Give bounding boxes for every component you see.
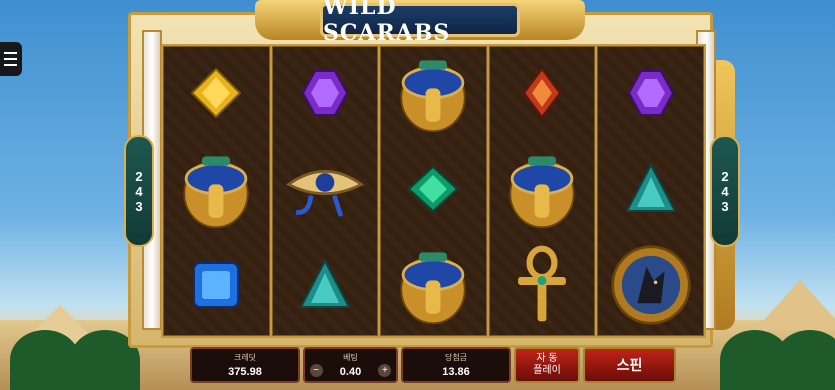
reel-cell	[598, 143, 703, 239]
reel-cell	[598, 239, 703, 335]
bet-label: 베팅	[343, 353, 358, 362]
ankh-icon	[511, 245, 573, 330]
reel-cell	[490, 143, 595, 239]
win-panel: 당첨금 13.86	[401, 347, 511, 383]
gem-blue-icon	[190, 259, 242, 316]
reel-cell	[490, 47, 595, 143]
win-value: 13.86	[442, 366, 470, 378]
reel-5	[597, 46, 704, 336]
reel-cell	[273, 47, 378, 143]
autoplay-button[interactable]: 자 동 플레이	[514, 347, 580, 383]
reel-cell	[273, 239, 378, 335]
bet-value: 0.40	[339, 366, 362, 378]
reel-cell	[490, 239, 595, 335]
menu-button[interactable]	[0, 42, 22, 76]
gem-teal-icon	[625, 162, 677, 220]
gem-yellow-icon	[190, 67, 242, 124]
gem-red-icon	[516, 66, 568, 124]
reel-cell	[164, 47, 269, 143]
reel-cell	[598, 47, 703, 143]
ways-badge-left: 2 4 3	[124, 135, 154, 247]
reel-2	[271, 46, 379, 336]
scarab-icon	[391, 51, 475, 140]
bet-increase-button[interactable]: +	[378, 364, 392, 377]
spin-label: 스핀	[616, 357, 643, 373]
reel-cell	[381, 239, 486, 335]
reel-1	[163, 46, 270, 336]
autoplay-label-line1: 자 동	[536, 353, 558, 364]
credit-panel: 크레딧 375.98	[190, 347, 300, 383]
scarab-icon	[174, 147, 258, 236]
spin-button[interactable]: 스핀	[583, 347, 676, 383]
hamburger-icon	[4, 52, 17, 54]
credit-value: 375.98	[228, 366, 262, 378]
reel-cell	[164, 143, 269, 239]
game-logo: WILD SCARABS	[255, 0, 585, 46]
gem-teal-icon	[299, 258, 351, 316]
reel-4	[488, 46, 596, 336]
gem-green-icon	[407, 163, 459, 220]
control-bar: 크레딧 375.98 베팅 − 0.40 + 당첨금 13.86 자 동 플레이…	[190, 347, 682, 383]
credit-label: 크레딧	[233, 353, 257, 362]
gem-purple-icon	[625, 67, 677, 124]
autoplay-label-line2: 플레이	[533, 365, 561, 376]
reel-cell	[164, 239, 269, 335]
gem-purple-icon	[299, 67, 351, 124]
bet-stepper: − 0.40 +	[309, 363, 392, 378]
win-label: 당첨금	[444, 353, 468, 362]
bet-decrease-button[interactable]: −	[309, 364, 323, 377]
palm-trees-right-2	[775, 330, 835, 390]
anubis-coin-icon	[610, 244, 692, 331]
reel-cell	[381, 143, 486, 239]
game-title: WILD SCARABS	[320, 0, 520, 46]
bet-panel: 베팅 − 0.40 +	[303, 347, 398, 383]
scarab-icon	[500, 147, 584, 236]
reel-grid	[161, 44, 706, 338]
reel-cell	[381, 47, 486, 143]
pyramid-right	[755, 280, 835, 330]
scarab-icon	[391, 243, 475, 332]
eye-of-horus-icon	[283, 156, 367, 227]
ways-badge-right: 2 4 3	[710, 135, 740, 247]
reel-3	[380, 46, 487, 336]
reel-cell	[273, 143, 378, 239]
